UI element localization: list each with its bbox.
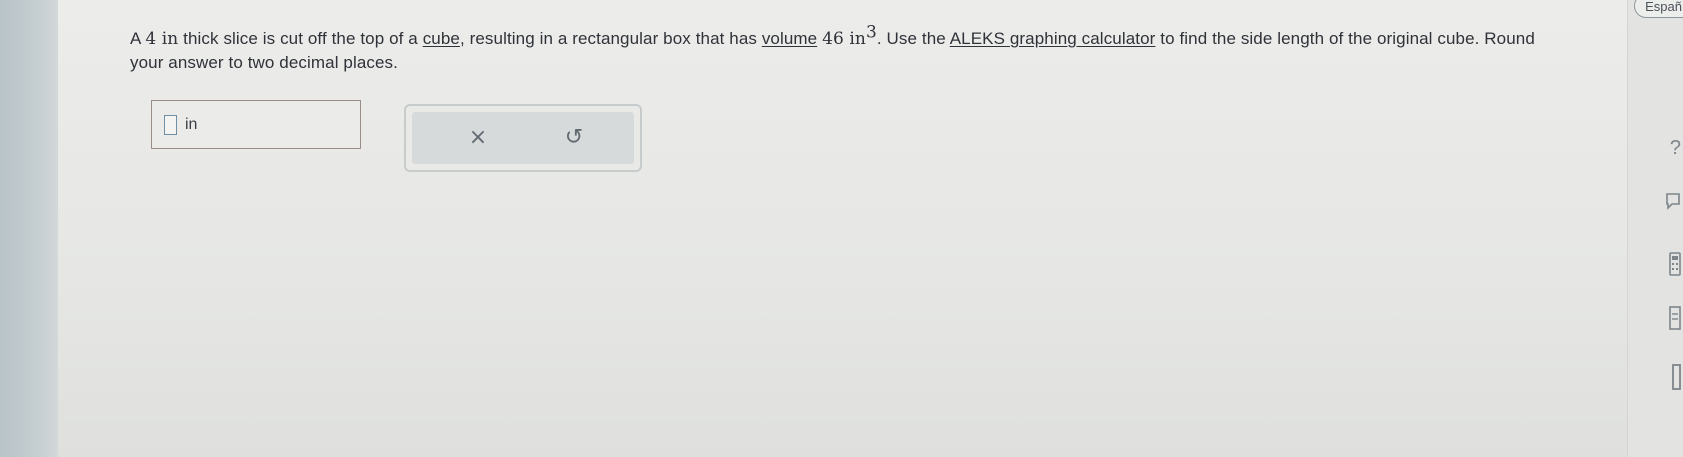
answer-box: in: [151, 100, 361, 149]
cube-link[interactable]: cube: [423, 29, 460, 48]
answer-tools-bar: × ↺: [412, 112, 634, 164]
problem-text: A: [130, 29, 146, 48]
slice-thickness: 4 in: [145, 29, 179, 49]
chat-icon[interactable]: [1665, 192, 1681, 214]
calculator-icon[interactable]: [1669, 252, 1681, 280]
close-icon: ×: [468, 125, 488, 150]
volume-exponent: 3: [865, 22, 877, 43]
undo-icon: ↺: [564, 125, 584, 150]
problem-text: thick slice is cut off the top of a: [178, 29, 423, 48]
answer-tools-panel: × ↺: [404, 104, 642, 172]
volume-link[interactable]: volume: [762, 29, 817, 48]
graphing-calculator-link[interactable]: ALEKS graphing calculator: [950, 29, 1156, 48]
language-toggle[interactable]: Españ: [1634, 0, 1683, 18]
problem-statement: A 4 in thick slice is cut off the top of…: [130, 24, 1550, 74]
clear-button[interactable]: ×: [458, 122, 498, 154]
book-icon[interactable]: [1669, 306, 1681, 334]
right-toolbar: Españ ?: [1627, 0, 1683, 457]
volume-value: 46 in: [822, 29, 866, 49]
notebook-icon[interactable]: [1671, 364, 1681, 394]
answer-input[interactable]: [164, 115, 177, 135]
help-icon[interactable]: ?: [1670, 138, 1681, 158]
undo-button[interactable]: ↺: [554, 122, 594, 154]
answer-unit: in: [185, 116, 198, 133]
problem-text: , resulting in a rectangular box that ha…: [459, 29, 762, 48]
problem-text: . Use the: [876, 29, 950, 48]
left-strip: [0, 0, 58, 457]
